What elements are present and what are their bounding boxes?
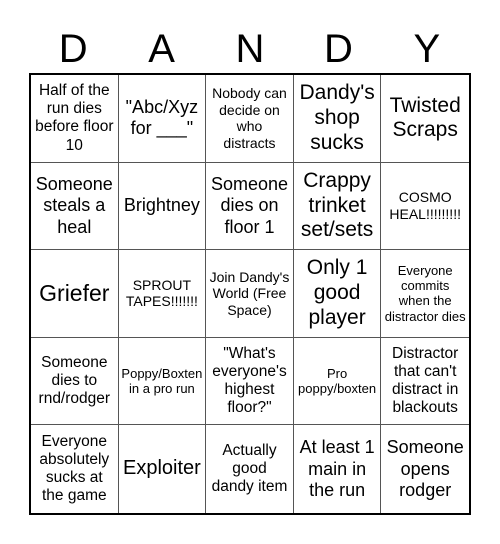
bingo-cell[interactable]: Exploiter <box>119 425 207 513</box>
bingo-cell[interactable]: SPROUT TAPES!!!!!!! <box>118 250 207 338</box>
bingo-cell[interactable]: Everyone commits when the distractor die… <box>381 250 469 338</box>
bingo-cell[interactable]: Someone dies on floor 1 <box>206 162 294 251</box>
bingo-cell[interactable]: At least 1 main in the run <box>294 425 382 513</box>
bingo-cell[interactable]: Someone steals a heal <box>31 162 119 251</box>
header-letter-y: Y <box>413 27 441 71</box>
bingo-cell[interactable]: Half of the run dies before floor 10 <box>31 75 119 163</box>
bingo-header: D A N D Y <box>29 25 471 73</box>
bingo-cell[interactable]: Someone opens rodger <box>381 425 469 513</box>
header-letter-n: N <box>235 27 265 71</box>
bingo-cell[interactable]: Nobody can decide on who distracts <box>206 75 294 163</box>
free-space-cell[interactable]: Join Dandy's World (Free Space) <box>206 250 294 338</box>
header-letter-a: A <box>148 27 175 71</box>
bingo-cell[interactable]: COSMO HEAL!!!!!!!!! <box>381 163 469 251</box>
bingo-grid: Half of the run dies before floor 10 "Ab… <box>29 73 471 515</box>
bingo-cell[interactable]: Griefer <box>31 250 119 338</box>
bingo-cell[interactable]: Only 1 good player <box>293 250 382 338</box>
bingo-cell[interactable]: "What's everyone's highest floor?" <box>206 337 294 426</box>
bingo-cell[interactable]: Brightney <box>118 162 207 251</box>
bingo-cell[interactable]: Twisted Scraps <box>381 75 469 163</box>
bingo-cell[interactable]: Crappy trinket set/sets <box>293 162 382 251</box>
header-letter-d2: D <box>323 27 353 71</box>
header-letter-d: D <box>58 27 88 71</box>
bingo-cell[interactable]: Everyone absolutely sucks at the game <box>31 425 119 513</box>
bingo-cell[interactable]: Someone dies to rnd/rodger <box>31 337 119 426</box>
bingo-cell[interactable]: Distractor that can't distract in blacko… <box>381 338 469 426</box>
bingo-cell[interactable]: Poppy/Boxten in a pro run <box>118 337 207 426</box>
bingo-cell[interactable]: Actually good dandy item <box>206 425 294 513</box>
bingo-cell[interactable]: Dandy's shop sucks <box>293 75 382 163</box>
bingo-cell[interactable]: Pro poppy/boxten <box>293 337 382 426</box>
bingo-cell[interactable]: "Abc/Xyz for ___" <box>118 75 207 163</box>
